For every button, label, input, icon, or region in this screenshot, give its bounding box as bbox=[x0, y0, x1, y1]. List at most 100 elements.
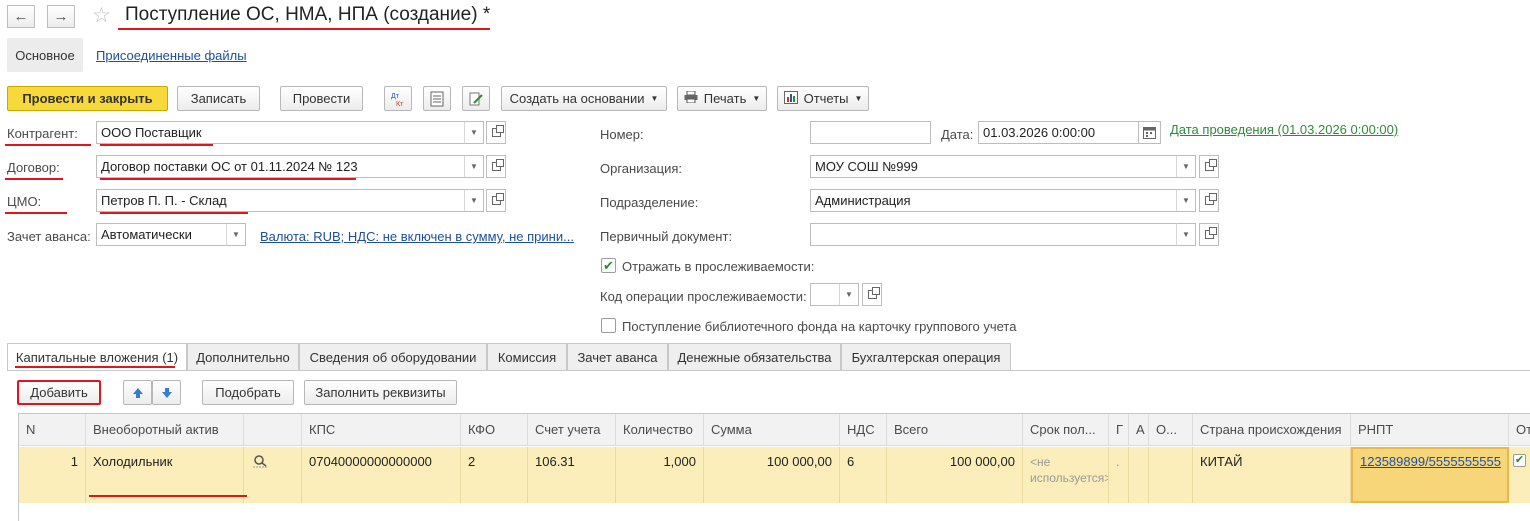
cmo-value-underline bbox=[100, 212, 248, 214]
cell-a[interactable] bbox=[1129, 447, 1149, 503]
trace-code-dropdown-icon[interactable]: ▼ bbox=[839, 283, 859, 306]
add-button[interactable]: Добавить bbox=[17, 380, 101, 405]
contract-field[interactable]: Договор поставки ОС от 01.11.2024 № 123 bbox=[96, 155, 465, 178]
contract-open-icon[interactable] bbox=[486, 155, 506, 178]
tab-additional[interactable]: Дополнительно bbox=[187, 343, 299, 371]
col-header-country[interactable]: Страна происхождения bbox=[1193, 414, 1351, 446]
ot-checkbox[interactable]: ✔ bbox=[1513, 454, 1526, 467]
col-header-g[interactable]: Г bbox=[1109, 414, 1129, 446]
primary-doc-dropdown-icon[interactable]: ▼ bbox=[1176, 223, 1196, 246]
tab-main[interactable]: Основное bbox=[7, 38, 83, 72]
post-button[interactable]: Провести bbox=[280, 86, 363, 111]
cell-account[interactable]: 106.31 bbox=[528, 447, 616, 503]
cell-asset-action[interactable] bbox=[244, 447, 302, 503]
trace-code-field[interactable] bbox=[810, 283, 840, 306]
calendar-icon[interactable] bbox=[1138, 121, 1161, 144]
arrow-down-icon[interactable] bbox=[152, 380, 181, 405]
post-and-close-button[interactable]: Провести и закрыть bbox=[7, 86, 168, 111]
col-header-vat[interactable]: НДС bbox=[840, 414, 887, 446]
advance-field[interactable]: Автоматически bbox=[96, 223, 227, 246]
tab-accounting-operation[interactable]: Бухгалтерская операция bbox=[841, 343, 1011, 371]
cell-g[interactable]: . bbox=[1109, 447, 1129, 503]
advance-dropdown-icon[interactable]: ▼ bbox=[226, 223, 246, 246]
contract-dropdown-icon[interactable]: ▼ bbox=[464, 155, 484, 178]
date-label: Дата: bbox=[941, 127, 974, 142]
cell-country[interactable]: КИТАЙ bbox=[1193, 447, 1351, 503]
cell-rnpt[interactable]: 123589899/5555555555 bbox=[1351, 447, 1509, 503]
cell-kps[interactable]: 07040000000000000 bbox=[302, 447, 461, 503]
rnpt-link[interactable]: 123589899/5555555555 bbox=[1360, 454, 1501, 469]
col-header-qty[interactable]: Количество bbox=[616, 414, 704, 446]
org-field[interactable]: МОУ СОШ №999 bbox=[810, 155, 1177, 178]
trace-code-label: Код операции прослеживаемости: bbox=[600, 289, 807, 304]
cell-qty[interactable]: 1,000 bbox=[616, 447, 704, 503]
list-icon[interactable] bbox=[423, 86, 451, 111]
cell-term[interactable]: <не используется> bbox=[1023, 447, 1109, 503]
counterparty-label: Контрагент: bbox=[7, 126, 78, 141]
save-button[interactable]: Записать bbox=[177, 86, 260, 111]
currency-link[interactable]: Валюта: RUB; НДС: не включен в сумму, не… bbox=[260, 229, 574, 244]
col-header-n[interactable]: N bbox=[19, 414, 86, 446]
cell-n[interactable]: 1 bbox=[19, 447, 86, 503]
col-header-total[interactable]: Всего bbox=[887, 414, 1023, 446]
print-button[interactable]: Печать ▼ bbox=[677, 86, 767, 111]
division-dropdown-icon[interactable]: ▼ bbox=[1176, 189, 1196, 212]
cell-ot[interactable]: ✔ bbox=[1509, 447, 1530, 503]
cell-sum[interactable]: 100 000,00 bbox=[704, 447, 840, 503]
cell-total[interactable]: 100 000,00 bbox=[887, 447, 1023, 503]
cmo-open-icon[interactable] bbox=[486, 189, 506, 212]
library-checkbox[interactable] bbox=[601, 318, 616, 333]
division-field[interactable]: Администрация bbox=[810, 189, 1177, 212]
reports-label: Отчеты bbox=[803, 91, 849, 106]
col-header-account[interactable]: Счет учета bbox=[528, 414, 616, 446]
col-header-sum[interactable]: Сумма bbox=[704, 414, 840, 446]
star-icon[interactable]: ☆ bbox=[92, 3, 111, 28]
col-header-ot[interactable]: От bbox=[1509, 414, 1530, 446]
tab-attached-files[interactable]: Присоединенные файлы bbox=[96, 48, 247, 63]
division-open-icon[interactable] bbox=[1199, 189, 1219, 212]
counterparty-open-icon[interactable] bbox=[486, 121, 506, 144]
pick-button[interactable]: Подобрать bbox=[202, 380, 294, 405]
posting-date-link[interactable]: Дата проведения (01.03.2026 0:00:00) bbox=[1170, 122, 1398, 137]
cell-kfo[interactable]: 2 bbox=[461, 447, 528, 503]
col-header-blank[interactable] bbox=[244, 414, 302, 446]
tab-monetary-obligations[interactable]: Денежные обязательства bbox=[668, 343, 841, 371]
org-dropdown-icon[interactable]: ▼ bbox=[1176, 155, 1196, 178]
forward-button[interactable]: → bbox=[47, 5, 75, 28]
col-header-o[interactable]: О... bbox=[1149, 414, 1193, 446]
edit-document-icon[interactable] bbox=[462, 86, 490, 111]
back-button[interactable]: ← bbox=[7, 5, 35, 28]
cmo-dropdown-icon[interactable]: ▼ bbox=[464, 189, 484, 212]
col-header-kps[interactable]: КПС bbox=[302, 414, 461, 446]
counterparty-dropdown-icon[interactable]: ▼ bbox=[464, 121, 484, 144]
counterparty-field[interactable]: ООО Поставщик bbox=[96, 121, 465, 144]
fill-details-button[interactable]: Заполнить реквизиты bbox=[304, 380, 457, 405]
primary-doc-open-icon[interactable] bbox=[1199, 223, 1219, 246]
cmo-field[interactable]: Петров П. П. - Склад bbox=[96, 189, 465, 212]
date-field[interactable]: 01.03.2026 0:00:00 bbox=[978, 121, 1139, 144]
tab-advance[interactable]: Зачет аванса bbox=[567, 343, 668, 371]
tab-commission[interactable]: Комиссия bbox=[487, 343, 567, 371]
col-header-rnpt[interactable]: РНПТ bbox=[1351, 414, 1509, 446]
tab-equipment-info[interactable]: Сведения об оборудовании bbox=[299, 343, 487, 371]
number-field[interactable] bbox=[810, 121, 931, 144]
org-open-icon[interactable] bbox=[1199, 155, 1219, 178]
cell-vat[interactable]: 6 bbox=[840, 447, 887, 503]
cell-o[interactable] bbox=[1149, 447, 1193, 503]
create-based-on-button[interactable]: Создать на основании ▼ bbox=[501, 86, 667, 111]
col-header-kfo[interactable]: КФО bbox=[461, 414, 528, 446]
col-header-a[interactable]: А bbox=[1129, 414, 1149, 446]
counterparty-value-underline bbox=[100, 144, 213, 146]
advance-label: Зачет аванса: bbox=[7, 229, 91, 244]
primary-doc-label: Первичный документ: bbox=[600, 229, 733, 244]
col-header-term[interactable]: Срок пол... bbox=[1023, 414, 1109, 446]
dt-kt-icon[interactable]: Дт Кт bbox=[384, 86, 412, 111]
cmo-label: ЦМО: bbox=[7, 194, 42, 209]
reports-button[interactable]: Отчеты ▼ bbox=[777, 86, 869, 111]
primary-doc-field[interactable] bbox=[810, 223, 1177, 246]
arrow-up-icon[interactable] bbox=[123, 380, 152, 405]
traceability-checkbox[interactable]: ✔ bbox=[601, 258, 616, 273]
search-icon[interactable] bbox=[252, 455, 270, 471]
col-header-asset[interactable]: Внеоборотный актив bbox=[86, 414, 244, 446]
trace-code-open-icon[interactable] bbox=[862, 283, 882, 306]
